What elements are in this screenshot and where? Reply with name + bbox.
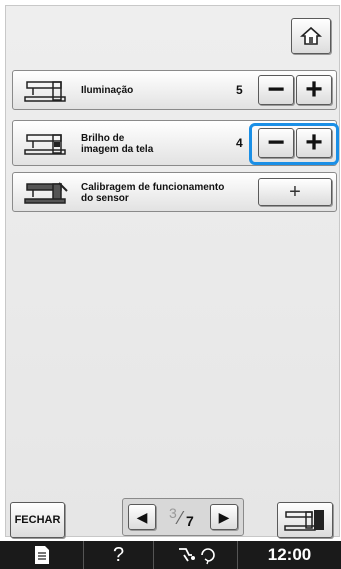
page-navigator: ◀ 3 ⁄ 7 ▶ [122,498,244,536]
page-separator: ⁄ [179,508,183,528]
setting-row-sensor-calibration: Calibragem de funcionamento do sensor + [12,172,337,212]
previous-page-button[interactable]: ◀ [128,504,156,530]
current-page: 3 [169,505,177,521]
next-page-button[interactable]: ▶ [210,504,238,530]
presser-foot-status[interactable] [154,541,238,569]
light-machine-icon [24,81,66,102]
page-indicator: 3 ⁄ 7 [165,505,205,531]
brightness-minus-button[interactable]: − [258,128,294,158]
home-icon [300,26,322,45]
lighting-plus-button[interactable]: + [296,75,332,105]
setting-row-screen-brightness: Brilho de imagem da tela 4 − + [12,120,339,166]
setting-value-lighting: 5 [236,83,243,97]
status-bar: ? 12:00 [0,541,341,569]
embroidery-mode-button[interactable] [277,502,333,538]
setting-label-screen-brightness: Brilho de imagem da tela [81,133,154,155]
lighting-minus-button[interactable]: − [258,75,294,105]
arrow-left-icon: ◀ [136,508,148,525]
arrow-right-icon: ▶ [218,508,230,525]
sensor-calibration-icon [24,182,68,204]
brightness-plus-button[interactable]: + [296,128,332,158]
help-button[interactable]: ? [84,541,154,569]
setting-label-sensor-calibration: Calibragem de funcionamento do sensor [81,182,225,204]
sensor-calibration-button[interactable]: + [258,178,332,206]
embroidery-mode-icon [284,510,324,531]
manual-button[interactable] [0,541,84,569]
close-button[interactable]: FECHAR [10,502,65,538]
presser-foot-icon [178,548,215,565]
setting-row-lighting: Iluminação 5 − + [12,70,337,110]
total-pages: 7 [186,513,194,529]
screen-machine-icon [24,134,66,155]
setting-label-lighting: Iluminação [81,85,134,96]
setting-value-screen-brightness: 4 [236,136,243,150]
document-icon [34,546,49,564]
clock-display: 12:00 [267,545,312,564]
home-button[interactable] [291,18,331,54]
